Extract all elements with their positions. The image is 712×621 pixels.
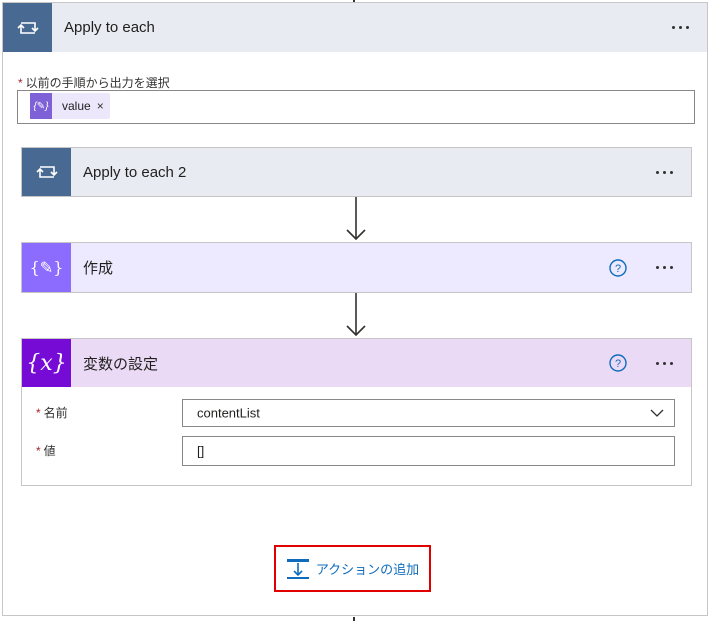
help-icon[interactable]: ? [609, 258, 627, 277]
add-action-button[interactable]: アクションの追加 [274, 545, 431, 592]
variable-value-label-text: 値 [43, 444, 56, 458]
compose-icon: {✎} [22, 243, 71, 292]
bottom-connector [353, 617, 355, 621]
value-token[interactable]: {✎} value × [30, 93, 110, 119]
token-label: value [62, 99, 91, 113]
action-title: 作成 [83, 260, 114, 277]
apply-to-each-2-header[interactable]: Apply to each 2 [21, 147, 692, 197]
remove-token-button[interactable]: × [97, 99, 104, 113]
variable-icon: {𝑥} [22, 339, 71, 387]
select-output-label-text: 以前の手順から出力を選択 [25, 76, 170, 90]
loop-icon [22, 148, 71, 196]
more-options-icon[interactable] [649, 256, 679, 280]
expression-icon: {✎} [30, 93, 52, 119]
apply-to-each-header[interactable]: Apply to each [3, 3, 707, 52]
variable-name-value: contentList [197, 405, 260, 421]
flow-arrow [345, 197, 367, 242]
variable-value-input[interactable]: [] [182, 436, 675, 466]
more-options-icon[interactable] [649, 351, 679, 375]
flow-arrow [345, 293, 367, 338]
add-action-label: アクションの追加 [315, 562, 420, 577]
more-options-icon[interactable] [665, 16, 695, 40]
action-title: Apply to each [64, 19, 155, 36]
svg-text:?: ? [615, 263, 621, 275]
variable-value-label: * 値 [36, 442, 56, 459]
action-title: Apply to each 2 [83, 163, 187, 181]
help-icon[interactable]: ? [609, 354, 627, 372]
svg-text:?: ? [615, 358, 621, 370]
compose-header[interactable]: {✎} 作成 ? [21, 242, 692, 293]
action-title: 変数の設定 [83, 355, 159, 373]
variable-name-label-text: 名前 [43, 406, 68, 420]
more-options-icon[interactable] [649, 160, 679, 184]
required-marker: * [18, 76, 23, 90]
set-variable-header[interactable]: {𝑥} 変数の設定 ? [22, 339, 691, 387]
variable-value-text: [] [197, 443, 205, 459]
chevron-down-icon [650, 409, 664, 417]
variable-name-label: * 名前 [36, 404, 68, 421]
loop-icon [3, 3, 52, 52]
variable-name-dropdown[interactable]: contentList [182, 399, 675, 427]
select-output-label: * 以前の手順から出力を選択 [18, 74, 170, 91]
required-marker: * [36, 406, 41, 420]
select-output-input[interactable]: {✎} value × [17, 90, 695, 124]
add-action-icon [286, 558, 309, 579]
required-marker: * [36, 444, 41, 458]
